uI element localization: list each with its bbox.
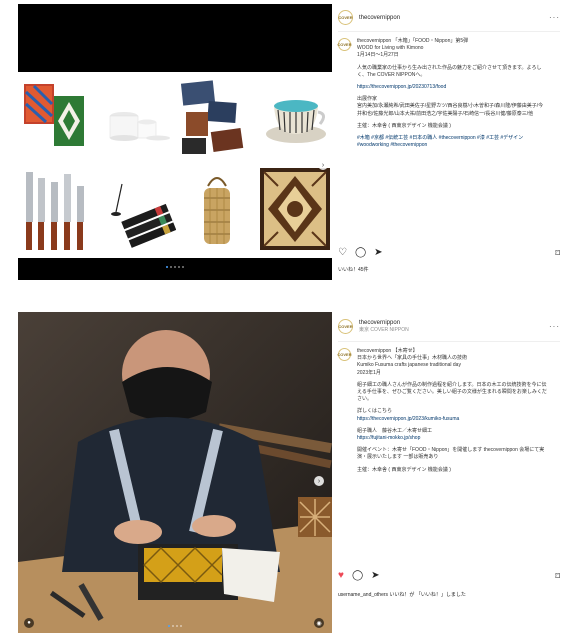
caption-block: COVER thecovernippon 「木箱」「FOOD・Nippon」第5… [337, 38, 560, 149]
post-header: COVER thecovernippon ··· [338, 4, 560, 32]
avatar[interactable]: COVER [337, 348, 352, 361]
incense-set-image [98, 164, 176, 258]
likes-summary[interactable]: username_and_others いいね！が 「いいね！」しました [338, 591, 466, 598]
heart-filled-icon[interactable]: ♥ [338, 571, 344, 581]
share-icon[interactable]: ➤ [371, 571, 379, 581]
bamboo-basket-image [178, 164, 256, 258]
carousel-next-arrow[interactable]: › [314, 476, 324, 486]
bookmark-icon[interactable]: ⌑ [555, 248, 560, 259]
mute-icon[interactable]: ◉ [314, 618, 324, 628]
post-media-carousel-1[interactable]: › [18, 4, 332, 280]
more-dots-icon[interactable]: ··· [549, 322, 560, 331]
lacquer-box-image [18, 72, 96, 160]
user-tag-icon[interactable]: ● [24, 618, 34, 628]
account-block: thecovernippon 東京 COVER NIPPON [359, 320, 409, 333]
carousel-next-arrow[interactable]: › [318, 160, 328, 170]
caption-author-line: thecovernippon 「木箱」「FOOD・Nippon」第5弾 [357, 38, 469, 44]
caption-line: Kumiko Fusuma crafts japanese traditiona… [357, 362, 461, 369]
craftsman-photo [18, 312, 332, 633]
caption-paragraph: 宮内美加/永瀬純希/武田美佐子/星野カツ/西谷良樹/小木曽和子/森川隆/伊藤由美… [357, 103, 544, 117]
avatar[interactable]: COVER [337, 38, 352, 51]
more-dots-icon[interactable]: ··· [549, 13, 560, 22]
leather-wallets-image [178, 72, 256, 160]
caption-link[interactable]: https://thecovernippon.jp/20230713/food [357, 84, 547, 91]
heart-icon[interactable]: ♡ [338, 248, 347, 258]
post-card-2: › ● ◉ COVER thecovernippon 東京 COVER NIPP… [18, 312, 566, 633]
caption-paragraph: 人気の職業家の仕事から生み出された作品の魅力をご紹介させて頂きます。よろしく、T… [357, 64, 542, 78]
product-image-grid [18, 72, 332, 258]
caption-line: 日本から世界へ「家具の手仕事」木材職人の技術 [357, 355, 468, 362]
comment-icon[interactable]: ◯ [352, 571, 363, 581]
caption-link[interactable]: https://fujitani-mokko.jp/shop [357, 435, 547, 442]
caption-line: 2023年1月 [357, 369, 381, 376]
post-detail-panel-2: COVER thecovernippon 東京 COVER NIPPON ···… [332, 312, 566, 633]
kitchen-knives-image [18, 164, 96, 258]
caption-heading: 組子職人 藤谷木工／木寄せ細工 [357, 427, 433, 434]
bookmark-icon[interactable]: ⌑ [555, 571, 560, 582]
avatar[interactable]: COVER [338, 319, 353, 334]
post-detail-panel-1: COVER thecovernippon ··· COVER thecovern… [332, 4, 566, 280]
action-bar: ♥ ◯ ➤ [338, 571, 380, 581]
caption-hashtags[interactable]: #木箱 #京都 #伝統工芸 #日本の職人 #thecovernippon #漆 … [357, 135, 547, 149]
caption-link[interactable]: https://thecovernippon.jp/2023/kumiko-fu… [357, 416, 547, 423]
post-header: COVER thecovernippon 東京 COVER NIPPON ··· [338, 312, 560, 342]
caption-paragraph: 組子細工の職人さんが作品の制作過程を紹介します。日本の木工の伝統技術を今に伝える… [357, 381, 547, 403]
caption-line: WOOD for Living with Kimono [357, 45, 424, 52]
post-card-1: › COVER thecovernippon ··· COVER thecove… [18, 4, 566, 280]
carousel-dots [166, 266, 184, 268]
share-icon[interactable]: ➤ [374, 248, 382, 258]
caption-heading: 詳しくはこちら [357, 408, 393, 415]
turquoise-teacup-image [258, 72, 332, 160]
caption-block: COVER thecovernippon 【木寄せ】 日本から世界へ「家具の手仕… [337, 348, 560, 474]
caption-paragraph: 主催：木幸舎 ( 西東京デザイン 機能会議 ) [357, 466, 451, 473]
likes-count[interactable]: いいね！45件 [338, 266, 369, 273]
caption-paragraph: 主催：木幸舎 ( 西東京デザイン 機能会議 ) [357, 122, 451, 129]
comment-icon[interactable]: ◯ [355, 248, 366, 258]
caption-line: 1月14日〜1月27日 [357, 52, 399, 59]
post-media-carousel-2[interactable]: › ● ◉ [18, 312, 332, 633]
location-label[interactable]: 東京 COVER NIPPON [359, 326, 409, 333]
carousel-dots [168, 625, 182, 627]
white-porcelain-cups-image [98, 72, 176, 160]
account-name[interactable]: thecovernippon [359, 15, 400, 21]
action-bar: ♡ ◯ ➤ [338, 248, 383, 258]
caption-paragraph: 開催イベント：木寄せ「FOOD・Nippon」を開催します thecoverni… [357, 447, 545, 461]
kumiko-panel-image [258, 164, 332, 258]
avatar[interactable]: COVER [338, 10, 353, 25]
